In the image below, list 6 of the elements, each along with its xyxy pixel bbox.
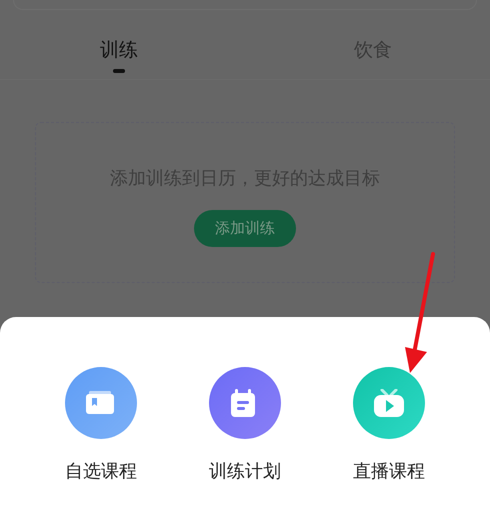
card-icon: [86, 389, 116, 417]
tab-indicator: [113, 68, 125, 72]
option-label[interactable]: 直播课程: [353, 458, 425, 485]
tv-play-icon: [374, 389, 404, 417]
option-label[interactable]: 训练计划: [209, 458, 281, 485]
option-label[interactable]: 自选课程: [65, 458, 137, 485]
